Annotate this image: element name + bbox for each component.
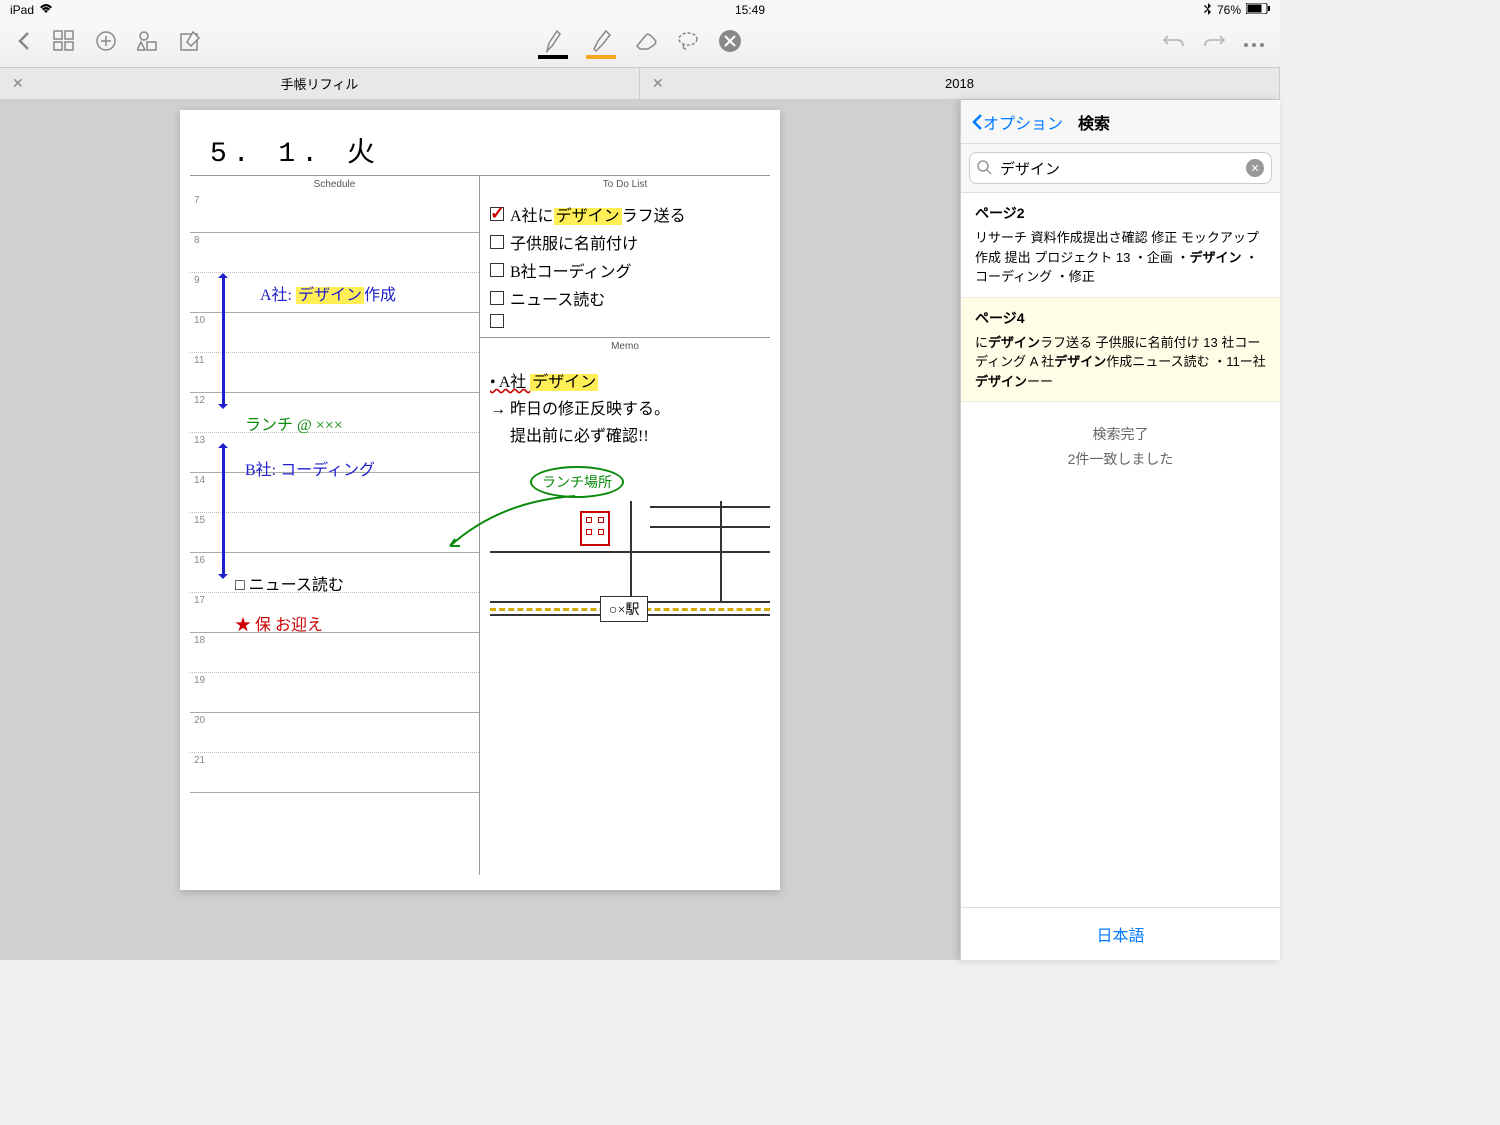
tab-title: 2018 [945,76,974,91]
device-label: iPad [10,3,34,17]
todo-item: B社コーディング [490,258,760,282]
schedule-lunch: ランチ @ ××× [245,411,343,435]
todo-item: A社にデザインラフ送る [490,202,760,226]
result-snippet: にデザインラフ送る 子供服に名前付け 13 社コーディング A 社デザイン作成ニ… [975,333,1266,392]
result-page-label: ページ4 [975,308,1266,329]
schedule-news: □ ニュース読む [235,571,344,595]
map-sketch: ランチ場所 [490,466,760,636]
grid-icon[interactable] [53,30,75,57]
bluetooth-icon [1204,3,1212,18]
tab-1[interactable]: ✕ 手帳リフィル [0,68,640,99]
redo-icon[interactable] [1203,32,1225,55]
undo-icon[interactable] [1163,32,1185,55]
todo-item: ニュース読む [490,286,760,310]
schedule-item: B社: コーディング [245,456,375,480]
todo-item [490,314,760,328]
schedule-item: A社: デザイン作成 [260,281,396,305]
highlighter-tool-orange[interactable] [586,29,616,59]
memo-line: • A社 デザイン [490,368,760,392]
more-icon[interactable] [1243,35,1265,53]
memo-section: • A社 デザイン → 昨日の修正反映する。 提出前に必ず確認!! ランチ場所 [480,355,770,646]
search-back-button[interactable]: オプション [971,110,1063,134]
memo-header: Memo [480,338,770,355]
hour-row: 8 [190,233,479,273]
schedule-pickup: ★ 保 お迎え [235,611,323,635]
hour-row: 19 [190,673,479,713]
hour-row: 7 [190,193,479,233]
todo-header: To Do List [480,176,770,193]
clear-icon[interactable]: ✕ [1246,159,1264,177]
edit-icon[interactable] [179,30,201,57]
tab-close-icon[interactable]: ✕ [652,75,664,92]
search-input[interactable] [969,152,1272,184]
search-status: 検索完了 2件一致しました [961,402,1280,492]
battery-label: 76% [1217,3,1241,17]
hour-row: 11 [190,353,479,393]
lasso-icon[interactable] [676,31,700,56]
checkbox-icon[interactable] [490,235,504,249]
shapes-icon[interactable] [137,30,159,57]
hour-row: 20 [190,713,479,753]
hour-row: 10 [190,313,479,353]
result-snippet: リサーチ 資料作成提出さ確認 修正 モックアップ作成 提出 プロジェクト 13 … [975,228,1266,287]
search-results: ページ2 リサーチ 資料作成提出さ確認 修正 モックアップ作成 提出 プロジェクト… [961,193,1280,907]
pen-tool-black[interactable] [538,29,568,59]
todo-list: A社にデザインラフ送る 子供服に名前付け B社コーディング ニュース読む [480,193,770,338]
schedule-header: Schedule [190,176,479,193]
clock: 15:49 [735,3,765,17]
toolbar [0,20,1280,68]
hour-row: 18 [190,633,479,673]
memo-line: → 昨日の修正反映する。 [490,395,760,419]
checkbox-icon[interactable] [490,314,504,328]
page-date: 5. 1. 火 [210,130,770,170]
tab-close-icon[interactable]: ✕ [12,75,24,92]
time-block-arrow [222,446,225,576]
tab-title: 手帳リフィル [281,74,359,93]
result-page-label: ページ2 [975,203,1266,224]
search-panel: オプション 検索 ✕ ページ2 リサーチ 資料作成提出さ確認 修正 モックアップ作… [960,100,1280,960]
notebook-page: 5. 1. 火 Schedule 78910111213141516171819… [180,110,780,890]
time-block-arrow [222,276,225,406]
building-icon [580,511,610,546]
close-tools-icon[interactable] [718,29,742,58]
checkbox-icon[interactable] [490,207,504,221]
back-icon[interactable] [15,30,33,57]
todo-item: 子供服に名前付け [490,230,760,254]
tabs: ✕ 手帳リフィル ✕ 2018 [0,68,1280,100]
add-icon[interactable] [95,30,117,57]
tab-2[interactable]: ✕ 2018 [640,68,1280,99]
checkbox-icon[interactable] [490,291,504,305]
search-title: 検索 [1078,110,1110,134]
memo-line: 提出前に必ず確認!! [490,422,760,446]
search-language-button[interactable]: 日本語 [961,907,1280,960]
canvas-area[interactable]: 5. 1. 火 Schedule 78910111213141516171819… [0,100,960,960]
status-bar: iPad 15:49 76% [0,0,1280,20]
hour-row: 17 [190,593,479,633]
battery-icon [1246,3,1270,17]
wifi-icon [39,3,53,17]
search-icon [977,160,992,180]
hour-row: 21 [190,753,479,793]
eraser-icon[interactable] [634,31,658,56]
station-label: ○×駅 [600,596,648,622]
checkbox-icon[interactable] [490,263,504,277]
search-result-item[interactable]: ページ2 リサーチ 資料作成提出さ確認 修正 モックアップ作成 提出 プロジェクト… [961,193,1280,298]
search-result-item[interactable]: ページ4 にデザインラフ送る 子供服に名前付け 13 社コーディング A 社デザイ… [961,298,1280,403]
